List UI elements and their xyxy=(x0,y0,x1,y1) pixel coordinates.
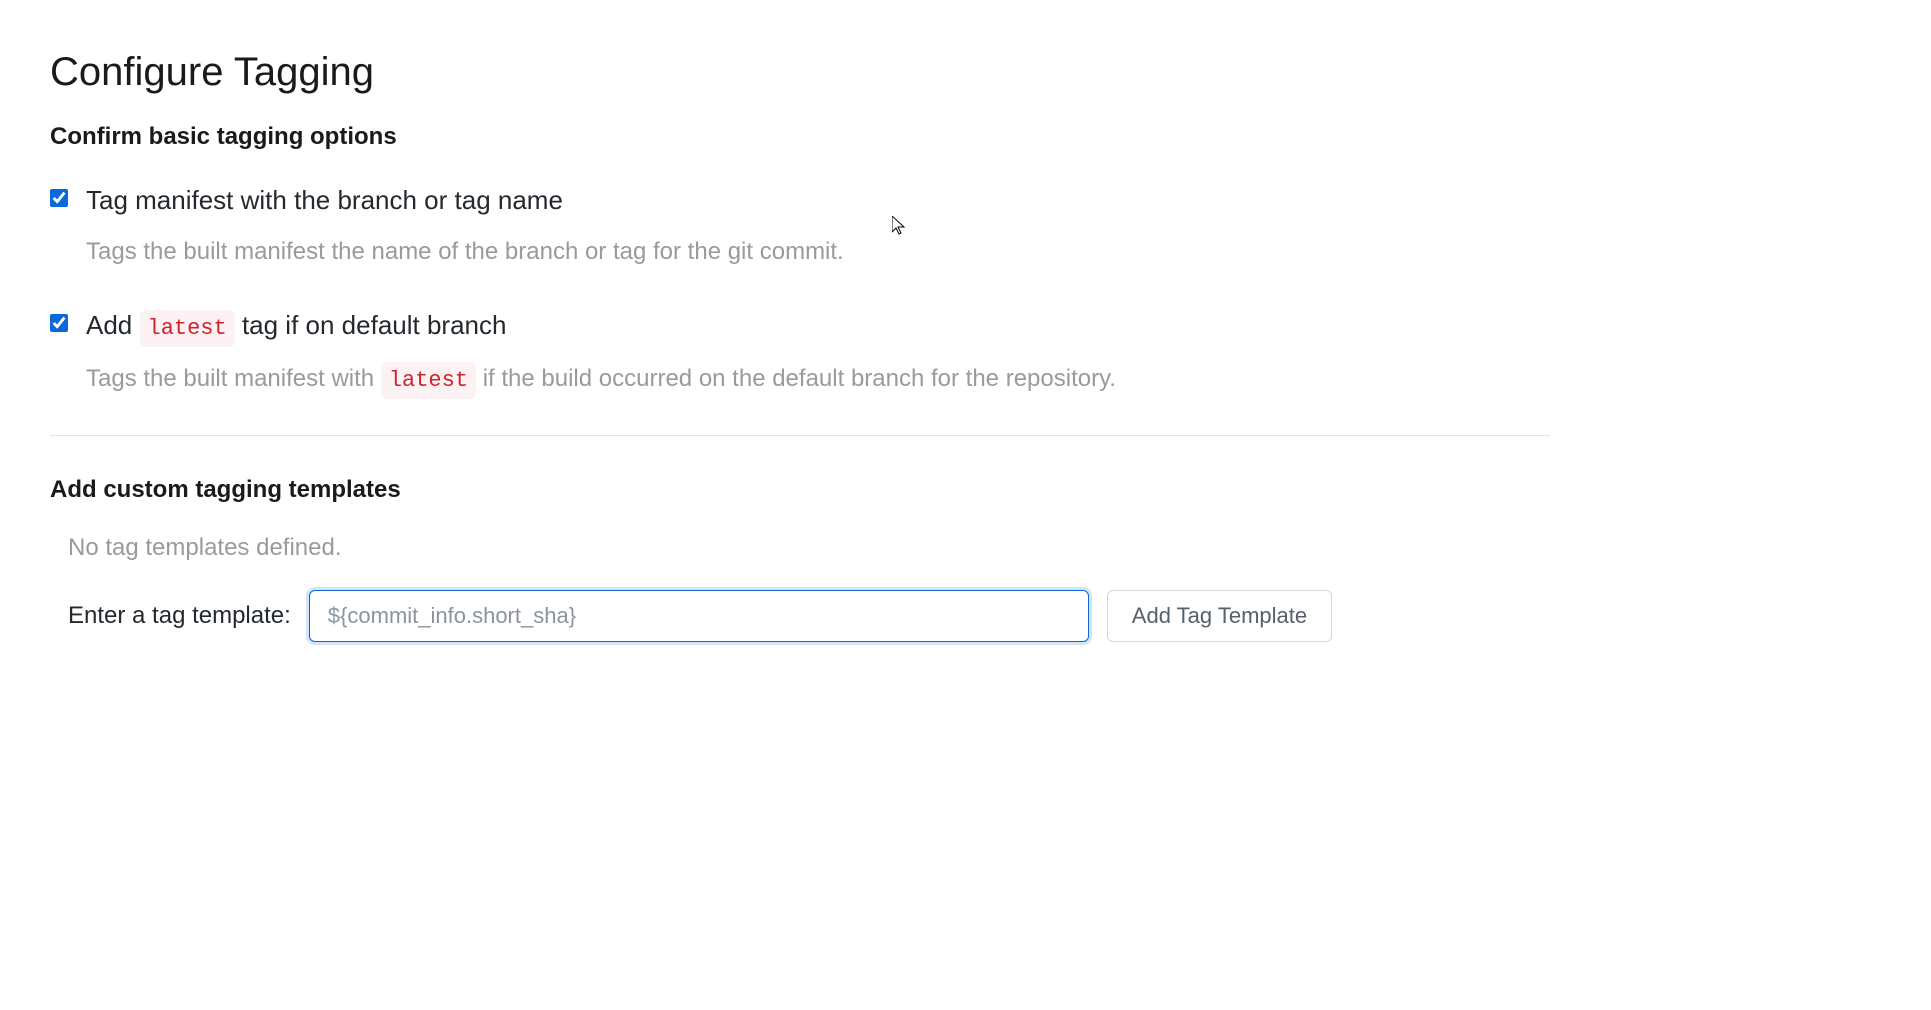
section-custom-heading: Add custom tagging templates xyxy=(50,476,1550,504)
option-latest-tag: Add latest tag if on default branch Tags… xyxy=(50,306,1550,399)
section-basic-heading: Confirm basic tagging options xyxy=(50,123,1550,151)
add-tag-template-button[interactable]: Add Tag Template xyxy=(1107,590,1332,642)
page-title: Configure Tagging xyxy=(50,50,1550,95)
section-divider xyxy=(50,435,1550,436)
option-latest-tag-desc: Tags the built manifest with latest if t… xyxy=(86,361,1550,399)
option-latest-tag-label: Add latest tag if on default branch xyxy=(86,310,506,340)
code-latest-label: latest xyxy=(140,310,235,347)
option-branch-tag: Tag manifest with the branch or tag name… xyxy=(50,181,1550,270)
checkbox-latest-tag[interactable] xyxy=(50,314,68,332)
tag-template-input[interactable] xyxy=(309,590,1089,642)
code-latest-desc: latest xyxy=(381,362,476,399)
checkbox-branch-tag[interactable] xyxy=(50,189,68,207)
template-input-label: Enter a tag template: xyxy=(68,602,291,630)
option-branch-tag-desc: Tags the built manifest the name of the … xyxy=(86,234,1550,270)
template-input-row: Enter a tag template: Add Tag Template xyxy=(68,590,1550,642)
empty-templates-text: No tag templates defined. xyxy=(68,534,1550,562)
option-branch-tag-label: Tag manifest with the branch or tag name xyxy=(86,185,563,215)
configure-tagging-panel: Configure Tagging Confirm basic tagging … xyxy=(50,50,1550,642)
